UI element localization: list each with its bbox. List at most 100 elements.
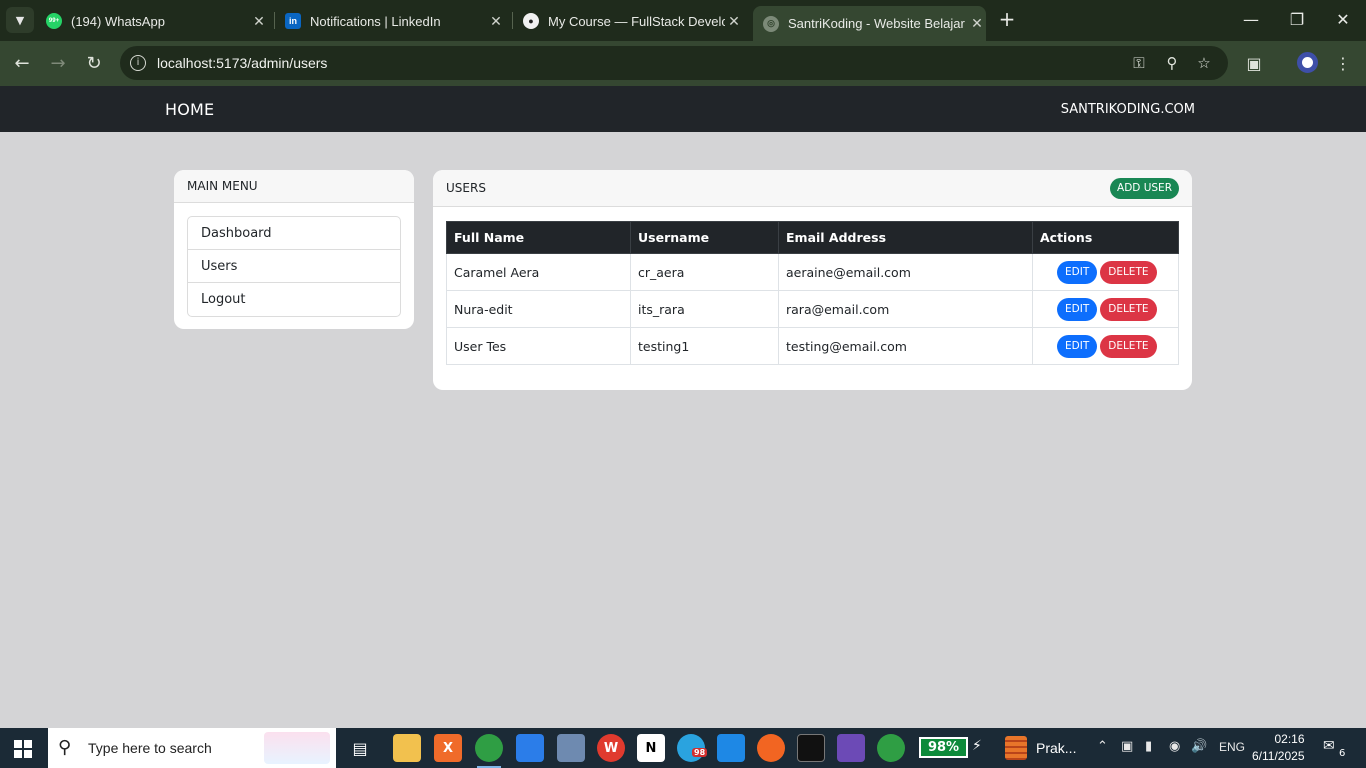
tab-santrikoding[interactable]: ◎ SantriKoding - Website Belajar ✕ — [753, 6, 986, 41]
restore-button[interactable]: ❐ — [1274, 4, 1320, 36]
task-view-icon[interactable]: ▤ — [346, 734, 374, 762]
column-header-actions: Actions — [1032, 221, 1179, 254]
language-indicator[interactable]: ENG — [1219, 740, 1245, 754]
password-key-icon[interactable]: ⚿ — [1128, 52, 1150, 74]
cell-username: its_rara — [630, 290, 779, 328]
photos-icon[interactable] — [837, 734, 865, 762]
notion-icon[interactable]: N — [637, 734, 665, 762]
notification-icon[interactable]: ✉ — [1323, 738, 1335, 754]
clock-time: 02:16 — [1274, 732, 1305, 746]
taskbar-search-box[interactable]: ⚲ Type here to search — [48, 728, 336, 768]
nav-brand-link[interactable]: SANTRIKODING.COM — [1061, 102, 1195, 117]
tab-search-button[interactable]: ▼ — [6, 7, 34, 33]
cell-full-name: User Tes — [446, 327, 631, 365]
microsoft-store-icon[interactable] — [516, 734, 544, 762]
delete-button[interactable]: DELETE — [1100, 297, 1157, 321]
cell-email: rara@email.com — [778, 290, 1033, 328]
minimize-button[interactable]: — — [1228, 4, 1274, 36]
delete-button[interactable]: DELETE — [1100, 334, 1157, 358]
linkedin-icon: in — [285, 13, 301, 29]
browser-tab-bar: ▼ 99+ (194) WhatsApp ✕ in Notifications … — [0, 0, 1366, 41]
users-table: Full Name Username Email Address Actions… — [446, 221, 1179, 365]
meet-now-icon[interactable]: ▣ — [1121, 739, 1133, 754]
address-bar[interactable]: i localhost:5173/admin/users ⚿ ⚲ ☆ — [120, 46, 1228, 80]
table-row: Caramel Aera cr_aera aeraine@email.com E… — [446, 253, 1179, 291]
telegram-badge: 98 — [692, 748, 708, 757]
prak-app-icon[interactable] — [1005, 736, 1027, 760]
more-menu-icon[interactable]: ⋮ — [1330, 51, 1356, 77]
users-title: USERS — [446, 181, 486, 195]
close-icon[interactable]: ✕ — [487, 13, 505, 30]
site-info-icon[interactable]: i — [130, 55, 146, 71]
vscode-icon[interactable] — [717, 734, 745, 762]
column-header-username: Username — [630, 221, 779, 254]
delete-button[interactable]: DELETE — [1100, 260, 1157, 284]
close-icon[interactable]: ✕ — [725, 13, 743, 30]
reload-icon[interactable]: ↻ — [81, 51, 107, 77]
site-navbar: HOME SANTRIKODING.COM — [0, 86, 1366, 132]
main-menu-header: MAIN MENU — [174, 170, 414, 203]
bookmark-star-icon[interactable]: ☆ — [1193, 52, 1215, 74]
tab-course[interactable]: ● My Course — FullStack Develop ✕ — [523, 6, 743, 36]
cell-actions: EDIT DELETE — [1032, 327, 1179, 365]
chrome-icon[interactable] — [475, 734, 503, 768]
menu-item-users[interactable]: Users — [188, 250, 400, 283]
menu-item-dashboard[interactable]: Dashboard — [188, 217, 400, 250]
snipping-tool-icon[interactable] — [557, 734, 585, 762]
windows-start-icon[interactable] — [14, 740, 32, 758]
battery-tray-icon[interactable]: ▮ — [1145, 739, 1152, 754]
edit-button[interactable]: EDIT — [1057, 334, 1098, 358]
battery-indicator[interactable]: 98% — [919, 737, 968, 758]
main-menu-card: MAIN MENU Dashboard Users Logout — [174, 170, 414, 329]
wps-office-icon[interactable]: W — [597, 734, 625, 762]
xampp-icon[interactable]: X — [434, 734, 462, 762]
profile-avatar[interactable] — [1297, 52, 1318, 73]
tab-separator — [512, 12, 513, 29]
nav-home-link[interactable]: HOME — [165, 100, 214, 119]
extensions-icon[interactable]: ▣ — [1241, 51, 1267, 77]
cell-username: testing1 — [630, 327, 779, 365]
menu-list: Dashboard Users Logout — [187, 216, 401, 317]
prak-app-label[interactable]: Prak... — [1036, 740, 1076, 756]
cell-actions: EDIT DELETE — [1032, 290, 1179, 328]
edit-button[interactable]: EDIT — [1057, 260, 1098, 284]
globe-icon: ◎ — [763, 15, 779, 32]
add-user-button[interactable]: ADD USER — [1110, 178, 1179, 199]
tab-title: My Course — FullStack Develop — [548, 13, 725, 29]
course-icon: ● — [523, 13, 539, 29]
postman-icon[interactable] — [757, 734, 785, 762]
windows-taskbar: ⚲ Type here to search ▤ X W N 98 98% ⚡ P… — [0, 728, 1366, 768]
url-text[interactable]: localhost:5173/admin/users — [157, 55, 327, 71]
chevron-up-icon[interactable]: ⌃ — [1097, 739, 1108, 754]
file-explorer-icon[interactable] — [393, 734, 421, 762]
forward-arrow-icon[interactable]: → — [45, 51, 71, 77]
cell-full-name: Nura-edit — [446, 290, 631, 328]
new-tab-button[interactable]: + — [995, 8, 1019, 32]
close-icon[interactable]: ✕ — [250, 13, 268, 30]
volume-icon[interactable]: 🔊 — [1191, 739, 1207, 754]
cell-full-name: Caramel Aera — [446, 253, 631, 291]
tab-separator — [274, 12, 275, 29]
tab-linkedin[interactable]: in Notifications | LinkedIn ✕ — [285, 6, 505, 36]
wifi-icon[interactable]: ◉ — [1169, 739, 1180, 754]
browser-toolbar: ← → ↻ i localhost:5173/admin/users ⚿ ⚲ ☆… — [0, 41, 1366, 86]
cell-actions: EDIT DELETE — [1032, 253, 1179, 291]
terminal-icon[interactable] — [797, 734, 825, 762]
tab-title: (194) WhatsApp — [71, 13, 165, 29]
back-arrow-icon[interactable]: ← — [9, 51, 35, 77]
column-header-email: Email Address — [778, 221, 1033, 254]
taskbar-clock[interactable]: 02:16 6/11/2025 — [1252, 731, 1305, 765]
notification-count: 6 — [1339, 748, 1346, 759]
close-icon[interactable]: ✕ — [968, 15, 986, 32]
chrome-profile-icon[interactable] — [877, 734, 905, 762]
edit-button[interactable]: EDIT — [1057, 297, 1098, 321]
tab-whatsapp[interactable]: 99+ (194) WhatsApp ✕ — [46, 6, 268, 36]
cell-email: aeraine@email.com — [778, 253, 1033, 291]
telegram-icon[interactable]: 98 — [677, 734, 708, 762]
table-row: User Tes testing1 testing@email.com EDIT… — [446, 327, 1179, 365]
menu-item-logout[interactable]: Logout — [188, 283, 400, 316]
zoom-icon[interactable]: ⚲ — [1161, 52, 1183, 74]
column-header-full-name: Full Name — [446, 221, 631, 254]
close-window-button[interactable]: ✕ — [1320, 4, 1366, 36]
search-highlight-image — [264, 732, 330, 764]
